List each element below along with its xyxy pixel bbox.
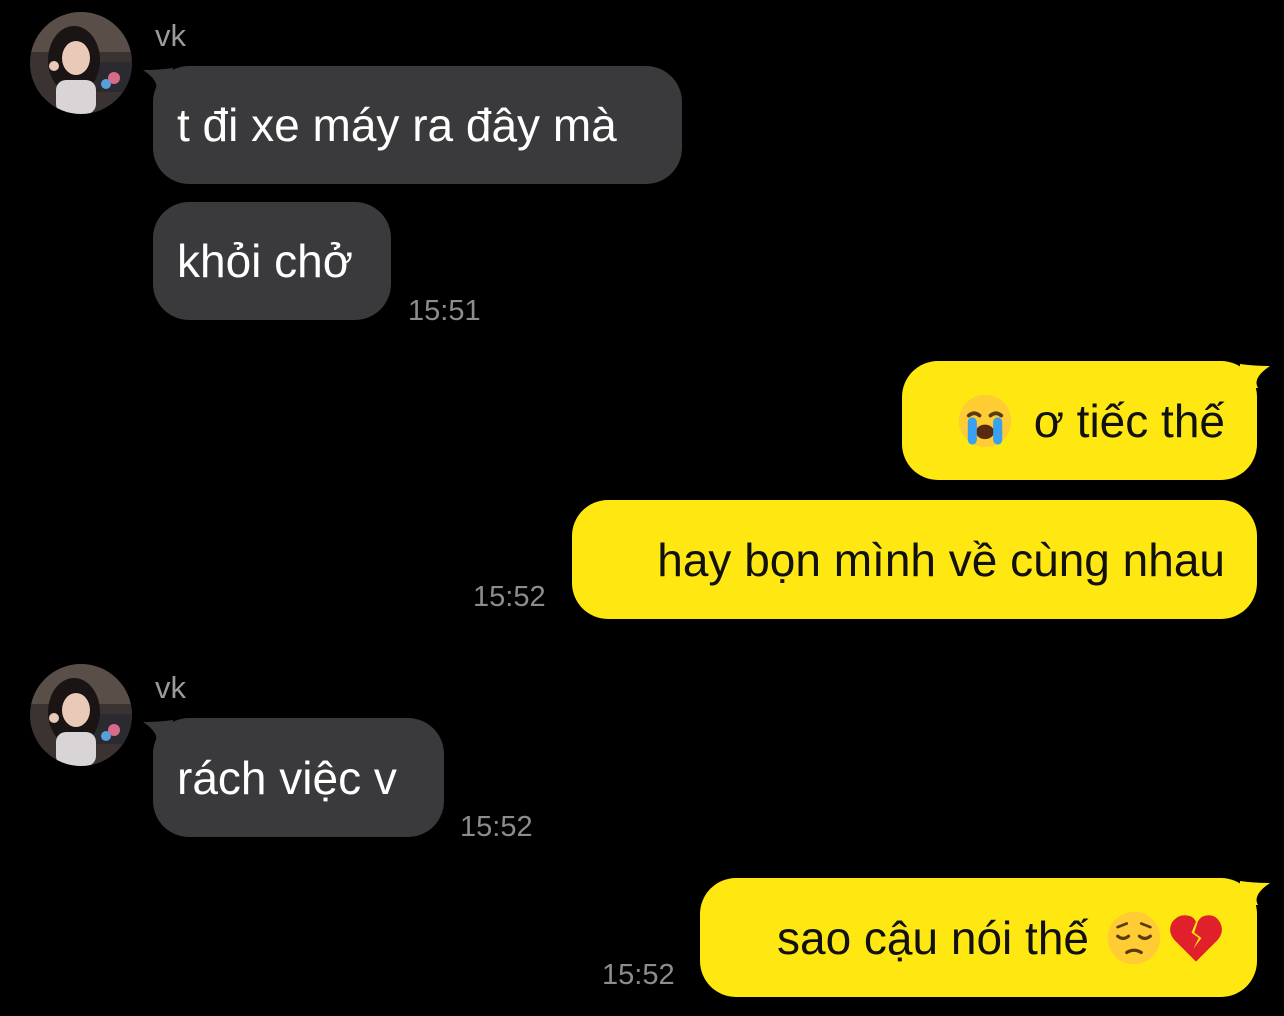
sender-name: vk <box>155 670 186 705</box>
message-bubble-incoming[interactable]: rách việc v <box>153 718 444 837</box>
message-timestamp: 15:52 <box>602 959 675 991</box>
message-text: hay bọn mình về cùng nhau <box>657 533 1225 586</box>
sender-name: vk <box>155 18 186 53</box>
message-timestamp: 15:52 <box>460 811 533 843</box>
message-bubble-outgoing[interactable]: sao cậu nói thế <box>700 878 1257 997</box>
message-timestamp: 15:52 <box>473 581 546 613</box>
loudly-crying-face-icon <box>958 394 1012 447</box>
message-bubble-outgoing[interactable]: ơ tiếc thế <box>902 361 1257 480</box>
message-timestamp: 15:51 <box>408 295 481 327</box>
message-text: t đi xe máy ra đây mà <box>177 99 617 151</box>
message-text: rách việc v <box>177 751 397 804</box>
message-bubble-incoming[interactable]: t đi xe máy ra đây mà <box>153 66 682 184</box>
message-text: sao cậu nói thế <box>776 911 1089 964</box>
broken-heart-icon <box>1170 914 1222 962</box>
sender-avatar[interactable] <box>30 12 132 114</box>
sender-avatar[interactable] <box>30 664 132 766</box>
message-text: ơ tiếc thế <box>1033 394 1225 447</box>
pensive-face-icon <box>1107 911 1161 964</box>
message-text: khỏi chở <box>177 235 353 287</box>
message-bubble-incoming[interactable]: khỏi chở <box>153 202 391 320</box>
message-bubble-outgoing[interactable]: hay bọn mình về cùng nhau <box>572 500 1257 619</box>
